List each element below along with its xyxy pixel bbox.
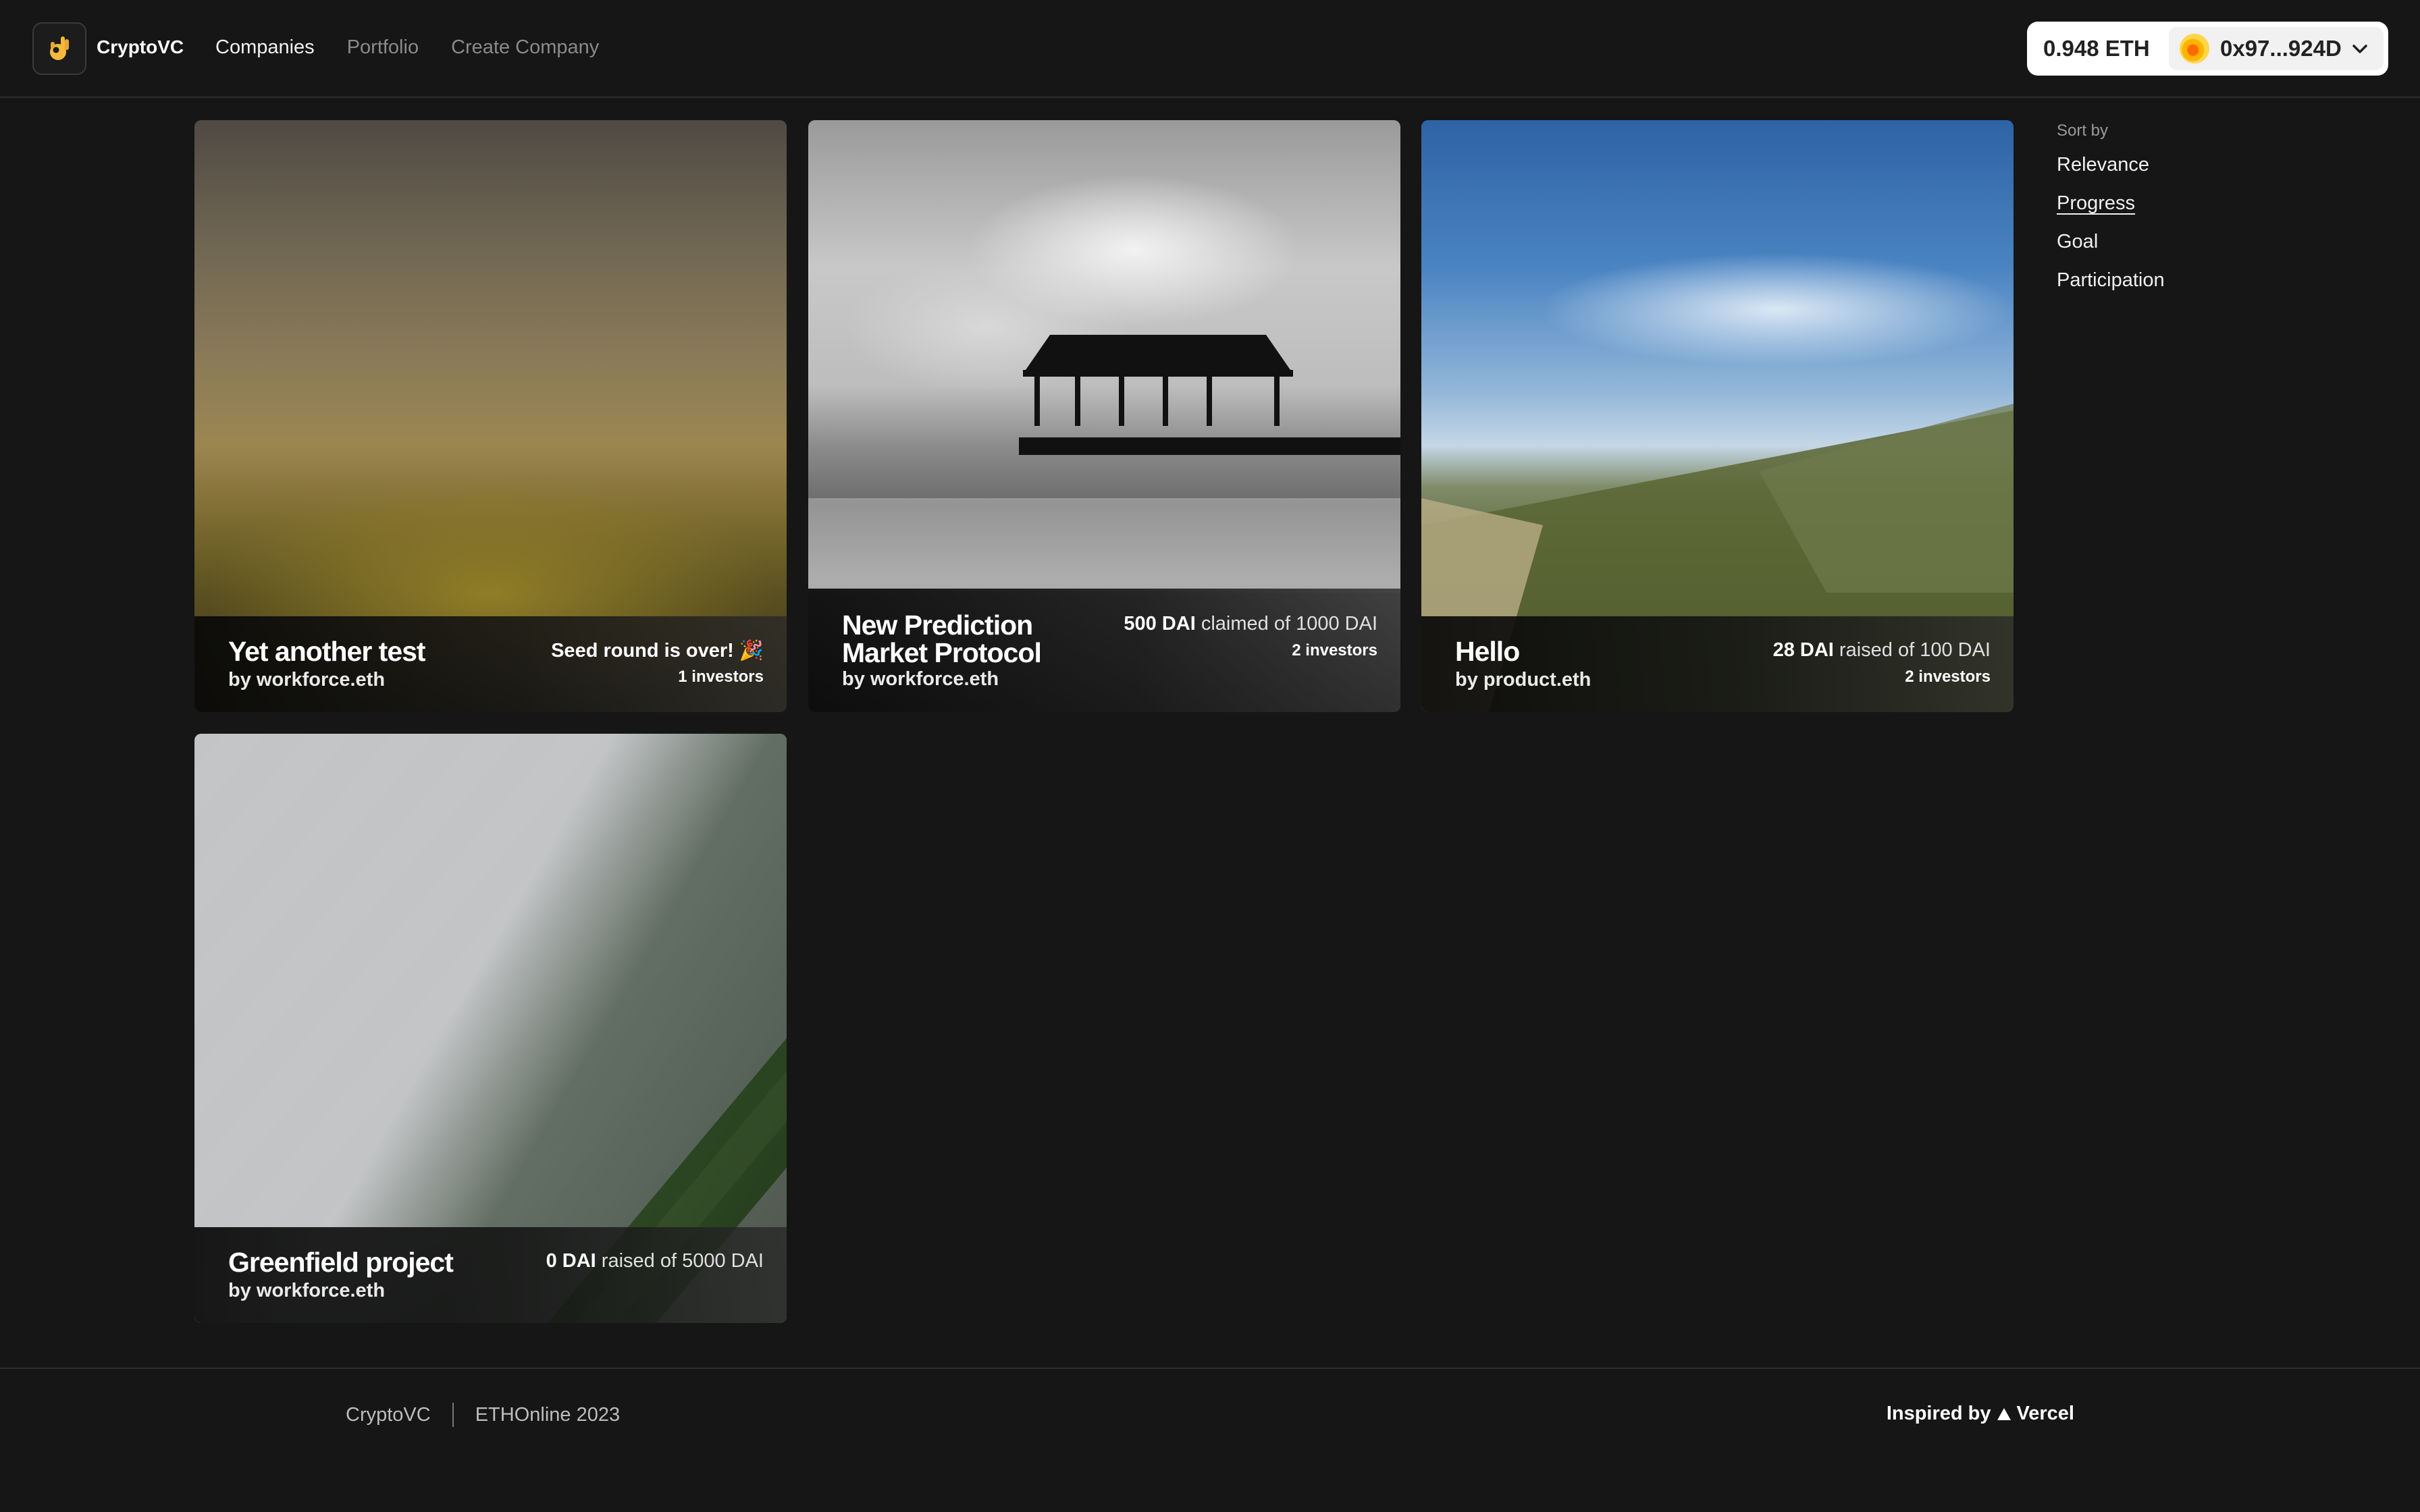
- logo-button[interactable]: [32, 22, 86, 75]
- wallet-address: 0x97...924D: [2220, 36, 2342, 61]
- card-info-overlay: New Prediction Market Protocol by workfo…: [808, 589, 1400, 712]
- funding-status: 28 DAI raised of 100 DAI: [1772, 639, 1991, 661]
- company-author: by product.eth: [1455, 669, 1592, 691]
- sort-relevance[interactable]: Relevance: [2057, 154, 2165, 176]
- footer: CryptoVC ETHOnline 2023 Inspired by Verc…: [0, 1368, 2420, 1512]
- vercel-triangle-icon: [1997, 1407, 2011, 1420]
- nav-create-company[interactable]: Create Company: [451, 36, 599, 59]
- company-card[interactable]: New Prediction Market Protocol by workfo…: [808, 120, 1400, 712]
- funding-status: Seed round is over! 🎉: [551, 640, 764, 662]
- account-button[interactable]: 0x97...924D: [2169, 27, 2384, 70]
- inspired-by-name: Vercel: [2016, 1403, 2074, 1424]
- chevron-down-icon: [2352, 45, 2367, 53]
- top-navbar: CryptoVC Companies Portfolio Create Comp…: [0, 0, 2420, 98]
- brand-name[interactable]: CryptoVC: [97, 36, 184, 58]
- nav-companies[interactable]: Companies: [215, 36, 315, 59]
- company-title: Yet another test: [228, 636, 426, 667]
- company-author: by workforce.eth: [228, 669, 386, 691]
- eth-balance[interactable]: 0.948 ETH: [2043, 36, 2150, 61]
- card-info-overlay: Greenfield project by workforce.eth 0 DA…: [194, 1227, 787, 1323]
- investor-count: 2 investors: [1905, 668, 1991, 686]
- company-title: Hello: [1455, 636, 1520, 667]
- user-avatar-icon: [2180, 34, 2209, 63]
- sort-goal[interactable]: Goal: [2057, 231, 2165, 253]
- nav-portfolio[interactable]: Portfolio: [347, 36, 419, 59]
- wallet-widget: 0.948 ETH 0x97...924D: [2027, 22, 2388, 76]
- company-title: New Prediction Market Protocol: [842, 610, 1042, 668]
- company-card[interactable]: Yet another test by workforce.eth Seed r…: [194, 120, 787, 712]
- company-card[interactable]: Greenfield project by workforce.eth 0 DA…: [194, 734, 787, 1323]
- footer-divider: [452, 1403, 454, 1427]
- company-title: Greenfield project: [228, 1247, 454, 1278]
- funding-status: 500 DAI claimed of 1000 DAI: [1124, 613, 1377, 634]
- inspired-by-label: Inspired by: [1886, 1403, 1991, 1424]
- sort-progress[interactable]: Progress: [2057, 192, 2165, 215]
- footer-credit[interactable]: Inspired by Vercel: [1887, 1403, 2074, 1425]
- footer-event[interactable]: ETHOnline 2023: [475, 1404, 620, 1426]
- main-nav: Companies Portfolio Create Company: [215, 36, 599, 59]
- footer-left: CryptoVC ETHOnline 2023: [346, 1403, 620, 1427]
- funding-status: 0 DAI raised of 5000 DAI: [546, 1250, 764, 1272]
- sort-participation[interactable]: Participation: [2057, 269, 2165, 292]
- company-author: by workforce.eth: [842, 668, 999, 690]
- ok-hand-icon: [50, 36, 69, 60]
- card-info-overlay: Hello by product.eth 28 DAI raised of 10…: [1421, 616, 2014, 712]
- sort-panel: Sort by Relevance Progress Goal Particip…: [2057, 122, 2165, 308]
- investor-count: 2 investors: [1292, 641, 1377, 659]
- investor-count: 1 investors: [678, 668, 764, 686]
- company-card[interactable]: Hello by product.eth 28 DAI raised of 10…: [1421, 120, 2014, 712]
- footer-brand[interactable]: CryptoVC: [346, 1404, 431, 1426]
- company-author: by workforce.eth: [228, 1280, 386, 1301]
- sort-label: Sort by: [2057, 122, 2109, 140]
- card-info-overlay: Yet another test by workforce.eth Seed r…: [194, 616, 787, 712]
